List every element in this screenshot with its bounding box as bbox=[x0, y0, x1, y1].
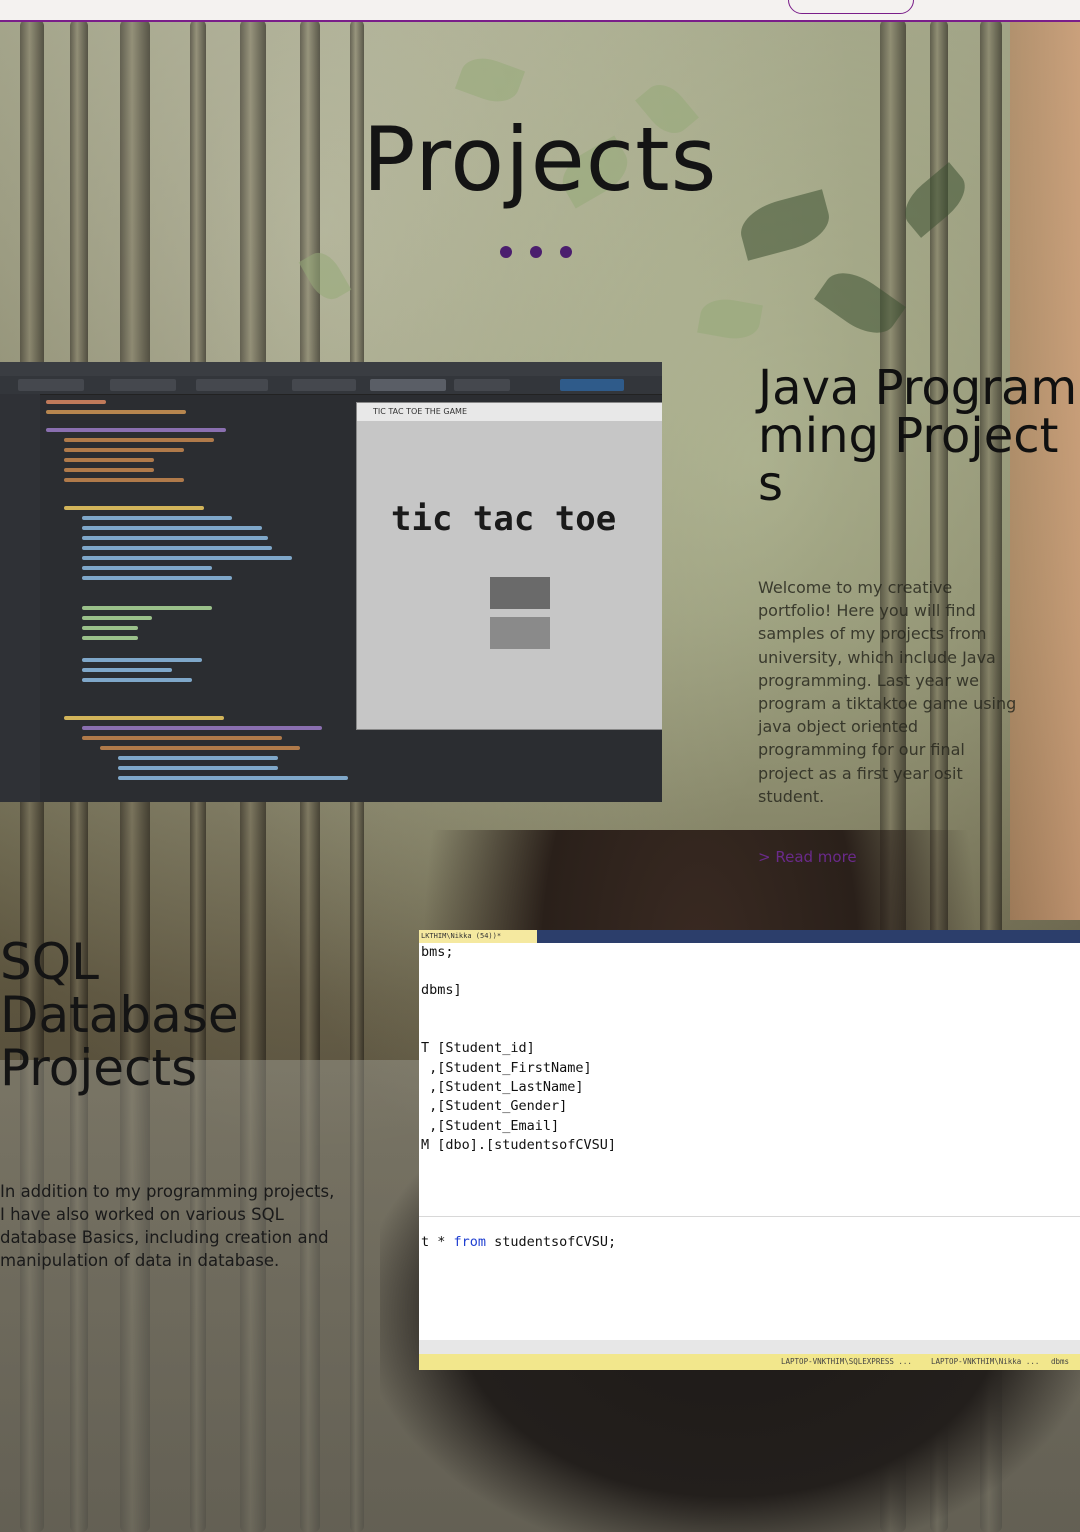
sql-status-user: LAPTOP-VNKTHIM\Nikka ... bbox=[931, 1357, 1040, 1366]
sql-line: ,[Student_FirstName] bbox=[421, 1060, 592, 1076]
sql-query-prefix: t * bbox=[421, 1234, 454, 1250]
java-section-heading: Java Programming Projects bbox=[758, 360, 1078, 512]
sql-line: ,[Student_LastName] bbox=[421, 1079, 584, 1095]
nav-button[interactable] bbox=[788, 0, 914, 14]
top-navigation-bar bbox=[0, 0, 1080, 22]
sql-section-heading: SQL Database Projects bbox=[0, 933, 239, 1097]
sql-section-description: In addition to my programming projects, … bbox=[0, 1182, 335, 1270]
sql-line: T [Student_id] bbox=[421, 1040, 535, 1056]
sql-query-line: t * from studentsofCVSU; bbox=[421, 1234, 616, 1250]
java-section-description: Welcome to my creative portfolio! Here y… bbox=[758, 578, 1017, 806]
java-project-screenshot: TIC TAC TOE THE GAME tic tac toe bbox=[0, 362, 662, 802]
sql-line: ,[Student_Gender] bbox=[421, 1098, 568, 1114]
sql-status-db: dbms bbox=[1051, 1357, 1070, 1366]
sql-status-bar: LAPTOP-VNKTHIM\SQLEXPRESS ... LAPTOP-VNK… bbox=[419, 1354, 1080, 1370]
sql-query-suffix: studentsofCVSU; bbox=[486, 1234, 617, 1250]
dot bbox=[530, 246, 542, 258]
sql-status-server: LAPTOP-VNKTHIM\SQLEXPRESS ... bbox=[781, 1357, 912, 1366]
page-title: Projects bbox=[362, 108, 718, 211]
sql-tab-bar: LKTHIM\Nikka (54))* bbox=[419, 930, 1080, 943]
ide-tabs bbox=[0, 376, 662, 395]
decorative-dots bbox=[500, 246, 572, 258]
dot bbox=[500, 246, 512, 258]
game-button-exit bbox=[490, 617, 550, 649]
game-button-1 bbox=[490, 577, 550, 609]
sql-line: M [dbo].[studentsofCVSU] bbox=[421, 1137, 617, 1153]
read-more-link[interactable]: > Read more bbox=[758, 848, 857, 866]
game-window: TIC TAC TOE THE GAME tic tac toe bbox=[356, 402, 662, 730]
dot bbox=[560, 246, 572, 258]
sql-line: bms; bbox=[421, 944, 454, 960]
sql-project-screenshot: LKTHIM\Nikka (54))* bms; dbms] T [Studen… bbox=[419, 930, 1080, 1370]
ide-toolbar bbox=[0, 362, 662, 376]
sql-tab-label: LKTHIM\Nikka (54))* bbox=[419, 930, 537, 943]
sql-line: ,[Student_Email] bbox=[421, 1118, 560, 1134]
sql-line: dbms] bbox=[421, 982, 462, 998]
game-window-title: TIC TAC TOE THE GAME bbox=[357, 403, 662, 421]
game-title: tic tac toe bbox=[391, 499, 617, 539]
sql-keyword: from bbox=[453, 1234, 487, 1250]
